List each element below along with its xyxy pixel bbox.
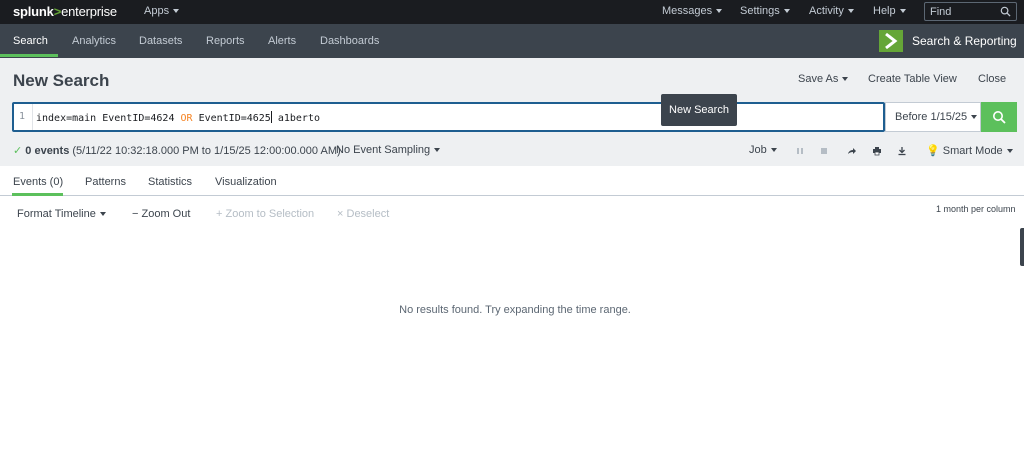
chevron-down-icon	[971, 115, 978, 120]
export-icon[interactable]	[897, 146, 907, 156]
chevron-down-icon	[434, 148, 441, 153]
splunk-logo[interactable]: splunk>enterprise	[13, 4, 117, 19]
search-mode-dropdown[interactable]: 💡 Smart Mode	[926, 144, 1013, 157]
active-results-tab-indicator	[12, 193, 63, 196]
search-header: New Search Save As Create Table View Clo…	[0, 58, 1024, 166]
zoom-to-selection-button[interactable]: + Zoom to Selection	[216, 208, 314, 220]
search-button[interactable]	[981, 102, 1017, 132]
chevron-down-icon	[770, 148, 777, 153]
chevron-down-icon	[842, 77, 849, 82]
event-status: ✓ 0 events (5/11/22 10:32:18.000 PM to 1…	[13, 144, 341, 157]
tab-search[interactable]: Search	[13, 35, 48, 47]
page-title: New Search	[13, 71, 110, 90]
minus-icon: −	[132, 208, 139, 220]
deselect-button[interactable]: × Deselect	[337, 208, 389, 220]
search-icon	[993, 111, 1006, 124]
chevron-down-icon	[173, 9, 180, 14]
logo-main-text: splunk	[13, 4, 54, 19]
tab-reports[interactable]: Reports	[206, 35, 245, 47]
help-menu-label: Help	[873, 5, 896, 17]
lightbulb-icon: 💡	[926, 145, 940, 157]
format-timeline-label: Format Timeline	[17, 208, 96, 220]
chevron-down-icon	[783, 9, 790, 14]
tab-alerts[interactable]: Alerts	[268, 35, 296, 47]
event-sampling-label: No Event Sampling	[336, 144, 431, 156]
zoom-out-button[interactable]: − Zoom Out	[132, 208, 190, 220]
apps-menu[interactable]: Apps	[144, 5, 180, 17]
app-logo-icon	[879, 30, 903, 52]
format-timeline-dropdown[interactable]: Format Timeline	[17, 208, 106, 220]
query-segment: index=main EventID=4624	[36, 113, 181, 124]
no-results-message: No results found. Try expanding the time…	[399, 304, 631, 316]
messages-menu[interactable]: Messages	[662, 5, 723, 17]
time-range-picker[interactable]: Before 1/15/25	[885, 102, 981, 132]
chevron-down-icon	[716, 9, 723, 14]
tab-events[interactable]: Events (0)	[13, 176, 63, 188]
search-query-editor[interactable]: 1 index=main EventID=4624 OR EventID=462…	[12, 102, 885, 132]
query-keyword: OR	[180, 113, 193, 124]
zoom-out-label: Zoom Out	[141, 208, 191, 220]
find-box	[924, 2, 1017, 21]
close-icon: ×	[337, 208, 344, 220]
create-table-view-button[interactable]: Create Table View	[868, 73, 957, 85]
tab-datasets[interactable]: Datasets	[139, 35, 182, 47]
messages-menu-label: Messages	[662, 5, 713, 17]
logo-product-text: enterprise	[61, 4, 117, 19]
stop-icon[interactable]	[819, 146, 829, 156]
apps-menu-label: Apps	[144, 5, 170, 17]
line-number: 1	[19, 111, 26, 122]
search-icon[interactable]	[1000, 6, 1011, 17]
find-input[interactable]	[930, 5, 1000, 19]
chevron-down-icon	[847, 9, 854, 14]
time-range-label: Before 1/15/25	[895, 111, 968, 123]
search-mode-label: Smart Mode	[942, 145, 1003, 157]
tab-visualization[interactable]: Visualization	[215, 176, 277, 188]
results-tabs: Events (0) Patterns Statistics Visualiza…	[0, 166, 1024, 196]
event-count: 0 events	[25, 145, 70, 157]
job-menu[interactable]: Job	[749, 144, 777, 156]
tab-patterns[interactable]: Patterns	[85, 176, 126, 188]
share-icon[interactable]	[847, 146, 857, 156]
timeline-scale: 1 month per column	[936, 204, 1016, 214]
event-time-range: (5/11/22 10:32:18.000 PM to 1/15/25 12:0…	[69, 145, 341, 157]
settings-menu[interactable]: Settings	[740, 5, 790, 17]
app-title: Search & Reporting	[912, 34, 1017, 48]
editor-gutter	[32, 104, 33, 130]
query-segment: EventID=4625	[192, 113, 271, 124]
save-as-label: Save As	[798, 73, 839, 85]
tab-analytics[interactable]: Analytics	[72, 35, 116, 47]
tab-statistics[interactable]: Statistics	[148, 176, 192, 188]
activity-menu-label: Activity	[809, 5, 844, 17]
activity-menu[interactable]: Activity	[809, 5, 854, 17]
chevron-down-icon	[899, 9, 906, 14]
query-segment: a1berto	[271, 113, 320, 124]
tooltip: New Search	[661, 94, 737, 126]
pause-icon[interactable]	[795, 146, 805, 156]
save-as-button[interactable]: Save As	[798, 73, 849, 85]
active-tab-indicator	[0, 54, 58, 57]
check-icon: ✓	[13, 145, 23, 157]
event-sampling-dropdown[interactable]: No Event Sampling	[336, 144, 441, 156]
job-menu-label: Job	[749, 144, 767, 156]
zoom-to-selection-label: Zoom to Selection	[225, 208, 315, 220]
logo-separator: >	[53, 4, 62, 19]
top-bar: splunk>enterprise Apps Messages Settings…	[0, 0, 1024, 24]
plus-icon: +	[216, 208, 223, 220]
help-menu[interactable]: Help	[873, 5, 906, 17]
print-icon[interactable]	[872, 146, 882, 156]
side-panel-handle[interactable]	[1020, 228, 1024, 266]
settings-menu-label: Settings	[740, 5, 780, 17]
search-query-text[interactable]: index=main EventID=4624 OR EventID=4625 …	[36, 111, 320, 124]
chevron-down-icon	[1006, 149, 1013, 154]
close-button[interactable]: Close	[978, 73, 1006, 85]
deselect-label: Deselect	[346, 208, 390, 220]
tab-dashboards[interactable]: Dashboards	[320, 35, 379, 47]
chevron-down-icon	[99, 212, 106, 217]
